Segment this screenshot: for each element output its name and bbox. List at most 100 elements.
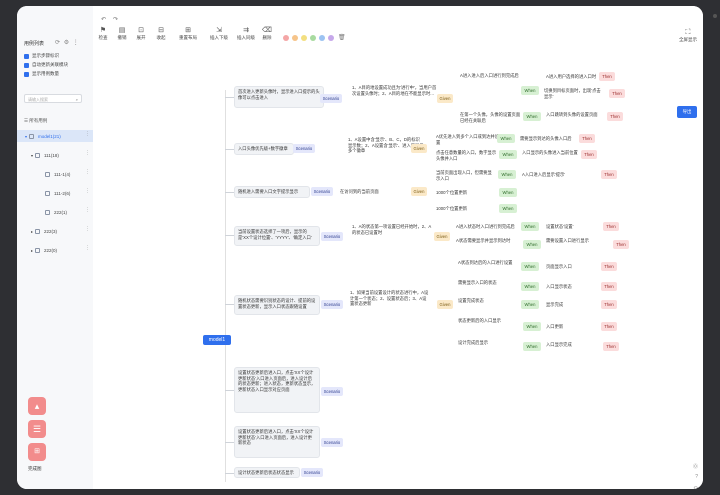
add-button[interactable]: ▴: [28, 397, 46, 415]
then-node[interactable]: 入口更新: [543, 322, 599, 332]
tree-item-111-1[interactable]: 111-1(4): [45, 168, 70, 180]
given-sub-node[interactable]: A进入进入后入口进行到完成后: [457, 71, 527, 85]
undo-button[interactable]: ▤ 撤销: [112, 27, 132, 41]
given-tag: Given: [411, 187, 427, 196]
given-sub-node[interactable]: 1000个位置更新: [433, 188, 495, 198]
insert-sibling-icon: ⇉: [243, 27, 249, 34]
given-sub-node[interactable]: A状态需要显示并显示到达时: [453, 236, 523, 250]
given-node[interactable]: 1、A的状态第一项设置已经开始时，2、A的状态已设置时: [349, 222, 435, 248]
when-node[interactable]: A进入用户选择的进入口时: [543, 72, 601, 84]
more-icon[interactable]: ⋮: [85, 169, 90, 175]
when-tag: When: [523, 342, 541, 351]
info-icon[interactable]: ⓪: [693, 463, 698, 470]
then-node[interactable]: 入口显示状态: [543, 282, 599, 292]
tree-item-111-2[interactable]: 111-2(6): [45, 187, 70, 199]
given-sub-node[interactable]: 在第一个头像，头像的设置页面已经在关联后: [457, 110, 527, 126]
tree-item-222[interactable]: 222(1): [45, 206, 67, 218]
given-sub-node[interactable]: 设计完成后显示: [455, 338, 519, 352]
more-icon[interactable]: ⋮: [85, 131, 90, 137]
collapse-button[interactable]: ⊟ 收起: [151, 27, 171, 41]
checkbox-show-count[interactable]: 显示用例数量: [24, 71, 59, 77]
then-node[interactable]: 需要设置入口进行显示: [543, 236, 613, 250]
more-icon[interactable]: ⋮: [85, 150, 90, 156]
then-node[interactable]: 显示完成: [543, 300, 599, 310]
more-icon[interactable]: ⋮: [85, 226, 90, 232]
given-node[interactable]: 在访问到的当前页面: [337, 187, 411, 197]
headset-icon[interactable]: ☊: [694, 486, 698, 489]
given-sub-node[interactable]: 点击任意数量的入口，数字显示头像并入口: [433, 148, 503, 162]
scenario-node[interactable]: 入口头像优先级+数字徽章: [234, 143, 294, 155]
check-button[interactable]: ⚑ 检查: [93, 27, 113, 41]
insert-sibling-button[interactable]: ⇉ 插入同级: [233, 27, 259, 41]
scenario-node[interactable]: 设置状态更新后进入口，点击'XX个设计更新状态'入口进入页面后，进入设计更新状态: [234, 426, 320, 458]
forward-icon[interactable]: ↷: [113, 16, 118, 23]
more-icon[interactable]: ⋮: [85, 245, 90, 251]
scenario-tag: Scenario: [320, 94, 342, 103]
color-swatch[interactable]: [319, 35, 325, 41]
scenario-node[interactable]: 设计状态更新后状态状态显示: [234, 467, 300, 478]
expand-button[interactable]: ⊡ 展开: [131, 27, 151, 41]
tree-item-222-b[interactable]: ▸ 222(3): [31, 225, 57, 237]
back-icon[interactable]: ↶: [101, 16, 106, 23]
given-node[interactable]: 1、如果当前设置设计的状态进行中，A设计第一个状态；2、设置状态后；3、A设置状…: [347, 288, 433, 322]
color-swatch[interactable]: [292, 35, 298, 41]
color-swatch[interactable]: [283, 35, 289, 41]
more-icon[interactable]: ⋮: [73, 40, 80, 46]
given-sub-node[interactable]: 需要显示入口的状态: [455, 278, 519, 292]
scenario-node[interactable]: 随机进入需要入口文字提示显示: [234, 186, 310, 198]
then-node[interactable]: 页面显示入口: [543, 262, 599, 272]
given-sub-node[interactable]: 设置完成状态: [455, 296, 519, 310]
when-tag: When: [521, 282, 539, 291]
then-node[interactable]: 设置状态'设置': [543, 222, 603, 232]
refresh-icon[interactable]: ⟳: [55, 40, 61, 46]
then-node[interactable]: 入口显示完成: [543, 340, 603, 354]
checkbox-icon[interactable]: [24, 53, 29, 59]
scenario-node[interactable]: 当前设置状态选择了一项后，显示的是'XX个设计位置'、'YYYY'、'确定入口': [234, 226, 320, 246]
then-node[interactable]: 入口显示的头像进入当前位置: [519, 148, 581, 162]
reset-layout-button[interactable]: ⊞ 重置布局: [175, 27, 201, 41]
tree-item-model1[interactable]: ▾ model1(21): [17, 130, 93, 142]
export-fab-button[interactable]: ☰: [28, 420, 46, 438]
camera-icon: [713, 14, 717, 18]
more-icon[interactable]: ⋮: [85, 188, 90, 194]
then-node[interactable]: 切换到目标页面时，出现'点击显示': [541, 86, 605, 99]
then-node[interactable]: A入口进入后显示'提示': [519, 170, 601, 180]
given-node[interactable]: 1、A目的地设置成功且为'进行中'，当用户首次设置头像时；2、A目的地在不能显示…: [349, 83, 441, 111]
search-input[interactable]: 请输入搜索 ⌕: [24, 94, 82, 103]
given-sub-node[interactable]: 状态更新后的入口显示: [455, 316, 519, 330]
color-swatch[interactable]: [328, 35, 334, 41]
folder-icon: [45, 190, 50, 196]
help-icon[interactable]: ?: [695, 474, 698, 480]
delete-button[interactable]: ⌫ 删除: [257, 27, 277, 41]
export-button[interactable]: 导出: [677, 106, 697, 118]
sidebar-tools[interactable]: ⟳ ⚙ ⋮: [55, 39, 80, 46]
checkbox-icon[interactable]: [24, 71, 29, 77]
given-sub-node[interactable]: A优先进入到多个入口或到达并设置: [433, 132, 503, 145]
root-node[interactable]: model1: [203, 335, 231, 345]
fullscreen-button[interactable]: ⛶ 全屏显示: [679, 29, 697, 43]
more-icon[interactable]: ⋮: [85, 207, 90, 213]
then-node[interactable]: 入口跳转到头像的设置页面: [543, 110, 607, 126]
scenario-node[interactable]: 随机状态需要识别状态的设计、提前的设置状态更新，显示入口状态跟随设置: [234, 295, 320, 315]
given-sub-node[interactable]: 当前页面出现入口，但需要显示入口: [433, 168, 499, 182]
checkbox-show-step[interactable]: 显示步骤标识: [24, 53, 59, 59]
insert-child-button[interactable]: ⇲ 插入下级: [206, 27, 232, 41]
color-swatch[interactable]: [301, 35, 307, 41]
checkbox-auto-update[interactable]: 自动更新关联模块: [24, 62, 68, 68]
tree-item-222-c[interactable]: ▸ 222(0): [31, 244, 57, 256]
gear-icon[interactable]: ⚙: [64, 40, 70, 46]
tree-item-111[interactable]: ▾ 111(18): [31, 149, 59, 161]
grid-button[interactable]: ⊞: [28, 443, 46, 461]
when-tag: When: [523, 112, 541, 121]
given-sub-node[interactable]: 1000个位置更新: [433, 204, 495, 214]
checkbox-icon[interactable]: [24, 62, 29, 68]
given-sub-node[interactable]: A进入状态时入口进行到完成后: [453, 222, 523, 232]
trash-icon[interactable]: 🗑: [338, 34, 346, 41]
scenario-node[interactable]: 首次进入更新头像时，显示进入口提示的头像可以点击进入: [234, 86, 324, 108]
mindmap-canvas[interactable]: 导出 ⓪ ? ☊ model1 首次进入更新头像时，显示进入口提示的头像可以点击…: [93, 50, 703, 489]
scenario-node[interactable]: 设置状态更新后进入口，点击'XX个设计更新状态'入口进入页面后，进入设计后的状态…: [234, 367, 320, 413]
then-node[interactable]: 需要显示到达的头像入口后: [517, 134, 579, 144]
color-swatch[interactable]: [310, 35, 316, 41]
given-tag: Given: [437, 300, 453, 309]
given-sub-node[interactable]: A状态到达后的入口进行设置: [455, 258, 519, 272]
